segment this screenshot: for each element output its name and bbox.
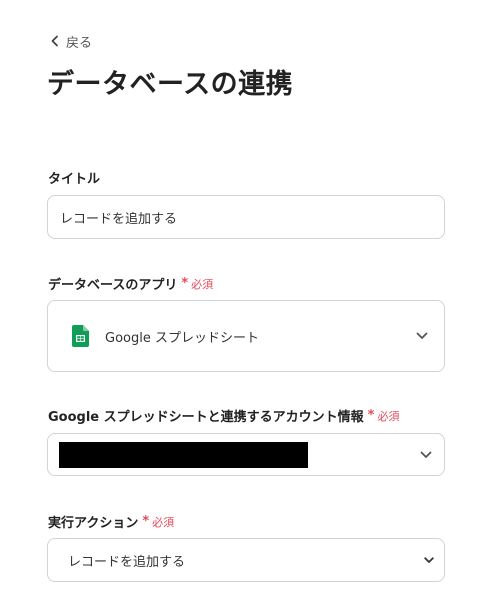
required-text: 必須 — [377, 409, 400, 423]
required-badge: * 必須 — [181, 276, 214, 291]
back-label: 戻る — [66, 35, 93, 51]
chevron-left-icon — [51, 35, 58, 47]
account-select[interactable] — [47, 433, 445, 476]
redacted-account-value — [59, 441, 308, 468]
database-app-label: データベースのアプリ * 必須 — [48, 274, 213, 293]
title-input[interactable] — [47, 195, 445, 239]
database-app-label-text: データベースのアプリ — [48, 278, 178, 293]
account-label-text: Google スプレッドシートと連携するアカウント情報 — [48, 410, 364, 425]
google-sheets-icon — [72, 325, 89, 347]
title-field-label: タイトル — [48, 168, 100, 187]
action-select[interactable]: レコードを追加する — [47, 538, 445, 582]
page-title: データベースの連携 — [47, 69, 294, 100]
database-app-value: Google スプレッドシート — [105, 330, 259, 346]
required-text: 必須 — [191, 277, 214, 291]
required-text: 必須 — [152, 515, 175, 529]
chevron-down-icon — [420, 451, 432, 458]
required-badge: * 必須 — [367, 408, 400, 423]
action-label: 実行アクション * 必須 — [48, 512, 174, 531]
account-label: Google スプレッドシートと連携するアカウント情報 * 必須 — [48, 406, 399, 425]
action-value: レコードを追加する — [68, 554, 186, 570]
title-field-label-text: タイトル — [48, 172, 101, 187]
action-label-text: 実行アクション — [48, 516, 139, 531]
required-badge: * 必須 — [142, 514, 175, 529]
chevron-down-icon — [416, 332, 428, 339]
back-link[interactable]: 戻る — [50, 32, 93, 51]
database-app-select[interactable]: Google スプレッドシート — [47, 300, 445, 372]
chevron-down-icon — [424, 556, 434, 563]
